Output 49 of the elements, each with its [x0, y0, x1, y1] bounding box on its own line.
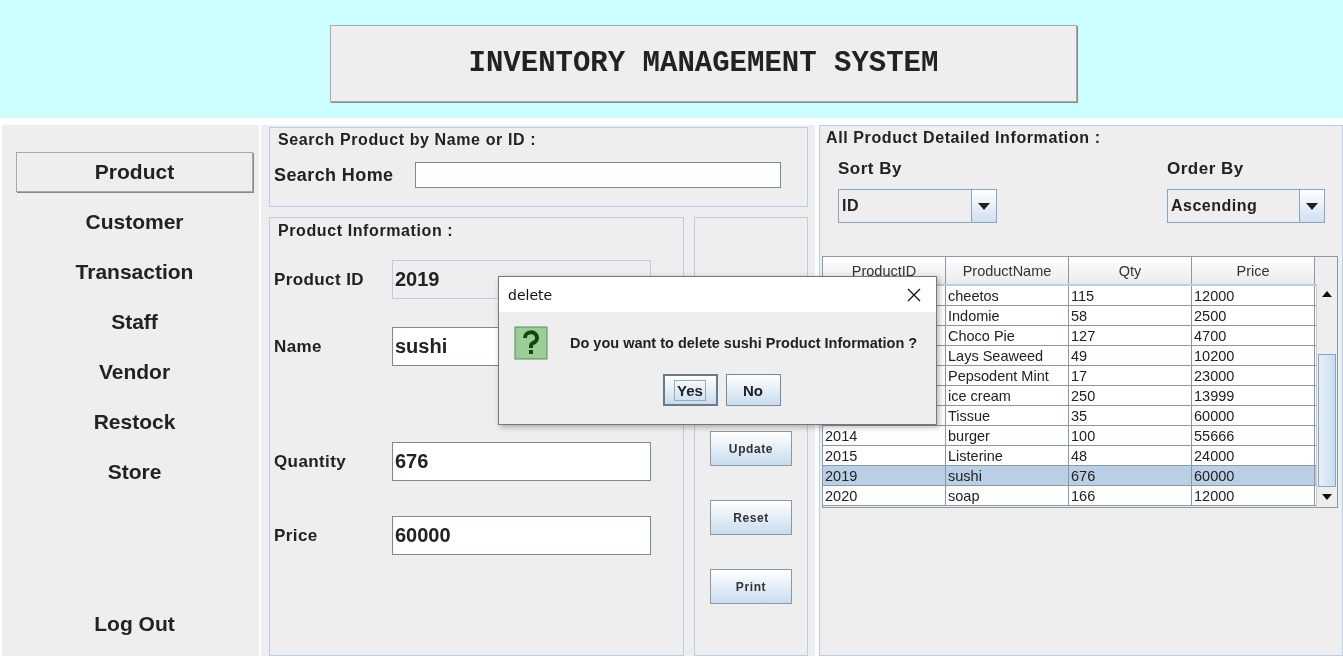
table-cell: 13999	[1194, 387, 1235, 404]
sort-label: Sort By	[838, 159, 903, 179]
table-cell: 127	[1071, 327, 1096, 344]
table-cell: 12000	[1194, 287, 1235, 304]
panel-title: Search Product by Name or ID :	[277, 131, 538, 149]
table-cell: 2019	[825, 467, 858, 484]
table-cell: 60000	[1194, 407, 1235, 424]
field-label: Price	[274, 525, 319, 546]
table-cell: ice cream	[948, 387, 1011, 404]
table-cell: 49	[1071, 347, 1088, 364]
table-cell: 23000	[1194, 367, 1235, 384]
table-cell: 2500	[1194, 307, 1227, 324]
table-cell: 24000	[1194, 447, 1235, 464]
table-cell: 35	[1071, 407, 1088, 424]
dialog-title: delete	[508, 286, 553, 303]
field-label: Name	[274, 336, 323, 357]
table-cell: 2020	[825, 487, 858, 504]
table-cell: 48	[1071, 447, 1088, 464]
table-cell: Listerine	[948, 447, 1003, 464]
table-cell: 2014	[825, 427, 858, 444]
field-label: Product ID	[274, 269, 365, 290]
field-label: Quantity	[274, 451, 348, 472]
table-cell: 55666	[1194, 427, 1235, 444]
table-cell: soap	[948, 487, 980, 504]
table-cell: Lays Seaweed	[948, 347, 1044, 364]
table-cell: cheetos	[948, 287, 999, 304]
order-label: Order By	[1167, 159, 1245, 179]
table-cell: 100	[1071, 427, 1096, 444]
table-cell: Indomie	[948, 307, 1000, 324]
table-cell: 115	[1071, 287, 1095, 304]
table-cell: Pepsodent Mint	[948, 367, 1049, 384]
table-cell: 250	[1071, 387, 1096, 404]
table-cell: 676	[1071, 467, 1096, 484]
panel-title: All Product Detailed Information :	[825, 129, 1102, 147]
table-cell: 4700	[1194, 327, 1227, 344]
panel-title: Product Information :	[277, 222, 455, 240]
table-cell: 10200	[1194, 347, 1235, 364]
table-cell: 2015	[825, 447, 858, 464]
table-cell: 60000	[1194, 467, 1235, 484]
table-cell: Tissue	[948, 407, 991, 424]
table-cell: sushi	[948, 467, 982, 484]
table-cell: Choco Pie	[948, 327, 1015, 344]
table-cell: 58	[1071, 307, 1088, 324]
table-cell: 166	[1071, 487, 1096, 504]
app-title: INVENTORY MANAGEMENT SYSTEM	[330, 25, 1077, 102]
table-cell: burger	[948, 427, 990, 444]
table-cell: 12000	[1194, 487, 1235, 504]
search-label: Search Home	[274, 164, 394, 186]
table-cell: 17	[1071, 367, 1088, 384]
